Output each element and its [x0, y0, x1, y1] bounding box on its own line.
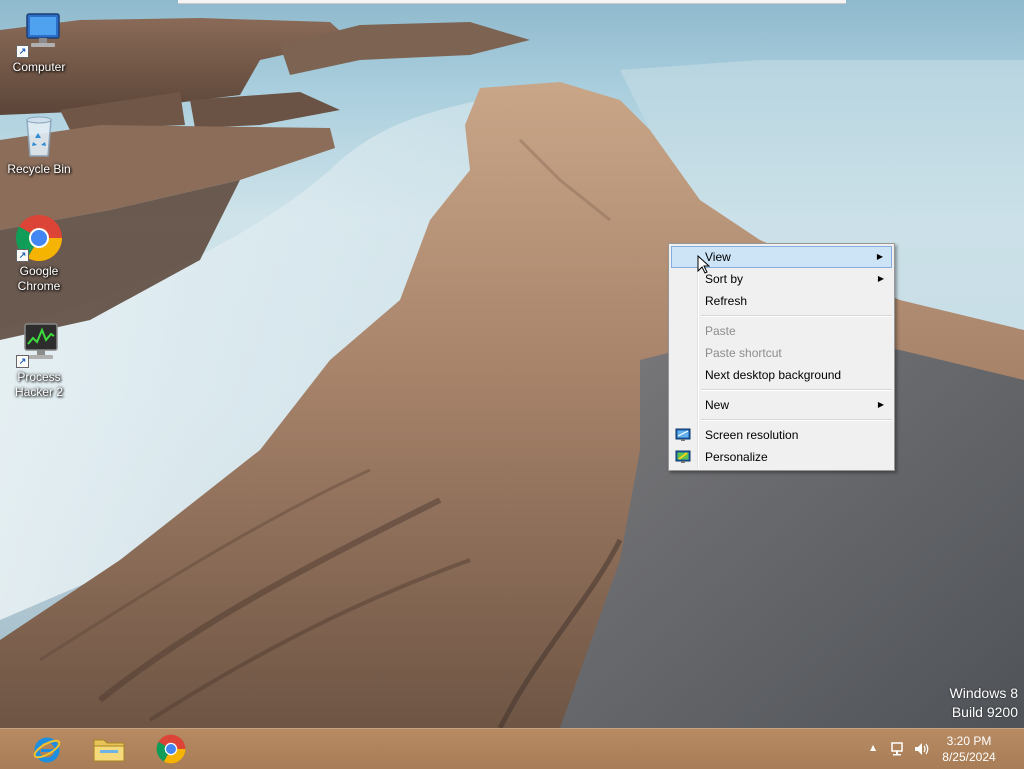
process-hacker-icon: ↗ — [15, 320, 63, 368]
shortcut-arrow-icon: ↗ — [16, 249, 29, 262]
desktop-icon-process-hacker[interactable]: ↗ Process Hacker 2 — [1, 320, 77, 400]
desktop-icon-label: Recycle Bin — [7, 162, 71, 176]
menu-item-paste[interactable]: Paste — [671, 320, 892, 342]
taskbar-clock[interactable]: 3:20 PM 8/25/2024 — [934, 733, 1004, 765]
menu-item-label: Refresh — [705, 294, 748, 308]
file-explorer-icon — [93, 739, 125, 762]
mouse-cursor-icon — [697, 255, 711, 274]
submenu-arrow-icon: ▶ — [876, 252, 883, 261]
desktop-icon-google-chrome[interactable]: ↗ Google Chrome — [1, 214, 77, 294]
shortcut-arrow-icon: ↗ — [16, 355, 29, 368]
watermark-build: Build 9200 — [951, 704, 1018, 720]
chrome-icon — [156, 734, 186, 764]
menu-separator — [701, 419, 892, 421]
menu-item-label: Paste shortcut — [705, 346, 782, 360]
menu-item-label: New — [705, 398, 730, 412]
menu-separator — [701, 389, 892, 391]
computer-icon: ↗ — [15, 10, 63, 58]
menu-item-label: Paste — [705, 324, 736, 338]
desktop-icon-computer[interactable]: ↗ Computer — [1, 10, 77, 75]
menu-separator — [701, 315, 892, 317]
windows-build-watermark: Windows 8 Build 9200 — [950, 684, 1018, 722]
taskbar-file-explorer[interactable] — [80, 731, 134, 767]
menu-item-next-desktop-background[interactable]: Next desktop background — [671, 364, 892, 386]
desktop-icon-label: Process Hacker 2 — [14, 370, 64, 399]
top-window-edge — [178, 0, 846, 4]
personalize-icon — [675, 449, 691, 465]
submenu-arrow-icon: ▶ — [877, 274, 884, 283]
menu-item-label: Personalize — [705, 450, 768, 464]
taskbar: ▲ 3:20 PM 8/25/2024 — [0, 728, 1024, 769]
menu-item-paste-shortcut[interactable]: Paste shortcut — [671, 342, 892, 364]
desktop-context-menu: View ▶ Sort by ▶ Refresh Paste Paste sho… — [668, 243, 895, 471]
desktop-icon-recycle-bin[interactable]: Recycle Bin — [1, 112, 77, 177]
internet-explorer-icon — [33, 737, 61, 763]
network-icon[interactable] — [890, 741, 906, 757]
clock-time: 3:20 PM — [946, 734, 992, 748]
chrome-icon: ↗ — [15, 214, 63, 262]
menu-item-label: Next desktop background — [705, 368, 842, 382]
taskbar-google-chrome[interactable] — [144, 731, 198, 767]
menu-item-personalize[interactable]: Personalize — [671, 446, 892, 468]
desktop-icon-label: Google Chrome — [17, 264, 61, 293]
shortcut-arrow-icon: ↗ — [16, 45, 29, 58]
menu-item-refresh[interactable]: Refresh — [671, 290, 892, 312]
show-hidden-icons-button[interactable]: ▲ — [870, 743, 876, 752]
menu-item-label: Screen resolution — [705, 428, 799, 442]
clock-date: 8/25/2024 — [942, 750, 996, 764]
recycle-bin-icon — [15, 112, 63, 160]
monitor-icon — [675, 427, 691, 443]
watermark-os: Windows 8 — [949, 685, 1018, 701]
submenu-arrow-icon: ▶ — [877, 400, 884, 409]
volume-icon[interactable] — [913, 741, 931, 757]
desktop-icon-label: Computer — [12, 60, 66, 74]
menu-item-screen-resolution[interactable]: Screen resolution — [671, 424, 892, 446]
menu-item-new[interactable]: New ▶ — [671, 394, 892, 416]
taskbar-internet-explorer[interactable] — [20, 731, 74, 767]
